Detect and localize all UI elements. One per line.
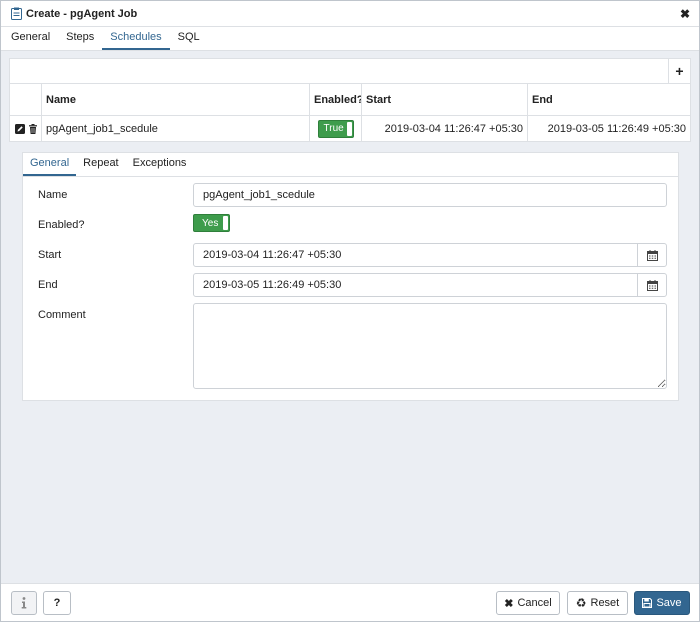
cancel-label: Cancel xyxy=(517,597,552,609)
dialog-footer: ? ✖ Cancel ♻ Reset Save xyxy=(1,583,699,621)
actions-header xyxy=(10,84,42,115)
info-button[interactable] xyxy=(11,591,37,615)
create-pgagent-job-dialog: Create - pgAgent Job ✖ General Steps Sch… xyxy=(0,0,700,622)
recycle-icon: ♻ xyxy=(575,596,587,610)
tab-general[interactable]: General xyxy=(1,31,58,50)
table-row[interactable]: pgAgent_job1_scedule True 2019-03-04 11:… xyxy=(10,116,690,141)
floppy-icon xyxy=(642,598,653,608)
row-start: 2019-03-04 11:26:47 +05:30 xyxy=(362,116,528,141)
subtab-repeat[interactable]: Repeat xyxy=(76,157,125,176)
subtab-general[interactable]: General xyxy=(23,157,77,176)
column-header-name: Name xyxy=(42,84,310,115)
row-end: 2019-03-05 11:26:49 +05:30 xyxy=(547,122,686,135)
dialog-tabs: General Steps Schedules SQL xyxy=(1,27,699,51)
save-label: Save xyxy=(656,597,682,609)
name-label: Name xyxy=(38,189,68,201)
row-name: pgAgent_job1_scedule xyxy=(42,116,310,141)
end-datetime-input[interactable] xyxy=(194,274,637,296)
enabled-label: Enabled? xyxy=(38,219,85,231)
row-actions xyxy=(10,116,42,141)
grid-toolbar: + xyxy=(10,59,690,84)
end-label: End xyxy=(38,279,58,291)
close-icon[interactable]: ✖ xyxy=(680,7,690,21)
schedule-detail-panel: General Repeat Exceptions Name Enabled? … xyxy=(22,152,679,401)
toggle-knob xyxy=(346,121,352,136)
subtab-exceptions[interactable]: Exceptions xyxy=(126,157,194,176)
enabled-toggle[interactable]: Yes xyxy=(193,214,230,232)
start-datetime-input[interactable] xyxy=(194,244,637,266)
help-button[interactable]: ? xyxy=(43,591,71,615)
grid-header: Name Enabled? Start End xyxy=(10,84,690,116)
tab-schedules[interactable]: Schedules xyxy=(102,31,170,50)
detail-tabs: General Repeat Exceptions xyxy=(23,153,678,177)
toggle-knob xyxy=(223,216,228,230)
comment-textarea[interactable] xyxy=(193,303,667,389)
column-header-enabled: Enabled? xyxy=(310,84,362,115)
clipboard-icon xyxy=(11,7,22,20)
tab-sql[interactable]: SQL xyxy=(170,31,208,50)
calendar-icon xyxy=(646,249,658,261)
enabled-toggle-cell[interactable]: True xyxy=(317,119,354,138)
column-header-end: End xyxy=(532,93,553,106)
info-icon xyxy=(21,597,27,609)
comment-label: Comment xyxy=(38,309,86,321)
toggle-label: True xyxy=(323,123,344,134)
close-icon: ✖ xyxy=(504,597,514,610)
column-header-start: Start xyxy=(362,84,528,115)
reset-label: Reset xyxy=(590,597,620,609)
tab-steps[interactable]: Steps xyxy=(58,31,102,50)
toggle-label: Yes xyxy=(202,217,219,229)
cancel-button[interactable]: ✖ Cancel xyxy=(496,591,560,615)
schedules-grid: + Name Enabled? Start End pgAgent_job1_s… xyxy=(9,58,691,142)
dialog-title: Create - pgAgent Job xyxy=(26,7,138,20)
help-icon: ? xyxy=(53,597,61,609)
add-schedule-button[interactable]: + xyxy=(668,59,690,83)
save-button[interactable]: Save xyxy=(634,591,690,615)
schedule-name-input[interactable] xyxy=(193,183,667,207)
trash-icon[interactable] xyxy=(28,123,38,134)
start-datetime-field xyxy=(193,243,667,267)
reset-button[interactable]: ♻ Reset xyxy=(567,591,628,615)
end-datetime-field xyxy=(193,273,667,297)
dialog-titlebar: Create - pgAgent Job ✖ xyxy=(1,1,699,27)
row-enabled: True xyxy=(310,116,362,141)
start-label: Start xyxy=(38,249,62,261)
start-calendar-button[interactable] xyxy=(637,244,666,266)
calendar-icon xyxy=(646,279,658,291)
plus-icon: + xyxy=(675,63,684,79)
edit-icon[interactable] xyxy=(15,123,25,134)
end-calendar-button[interactable] xyxy=(637,274,666,296)
